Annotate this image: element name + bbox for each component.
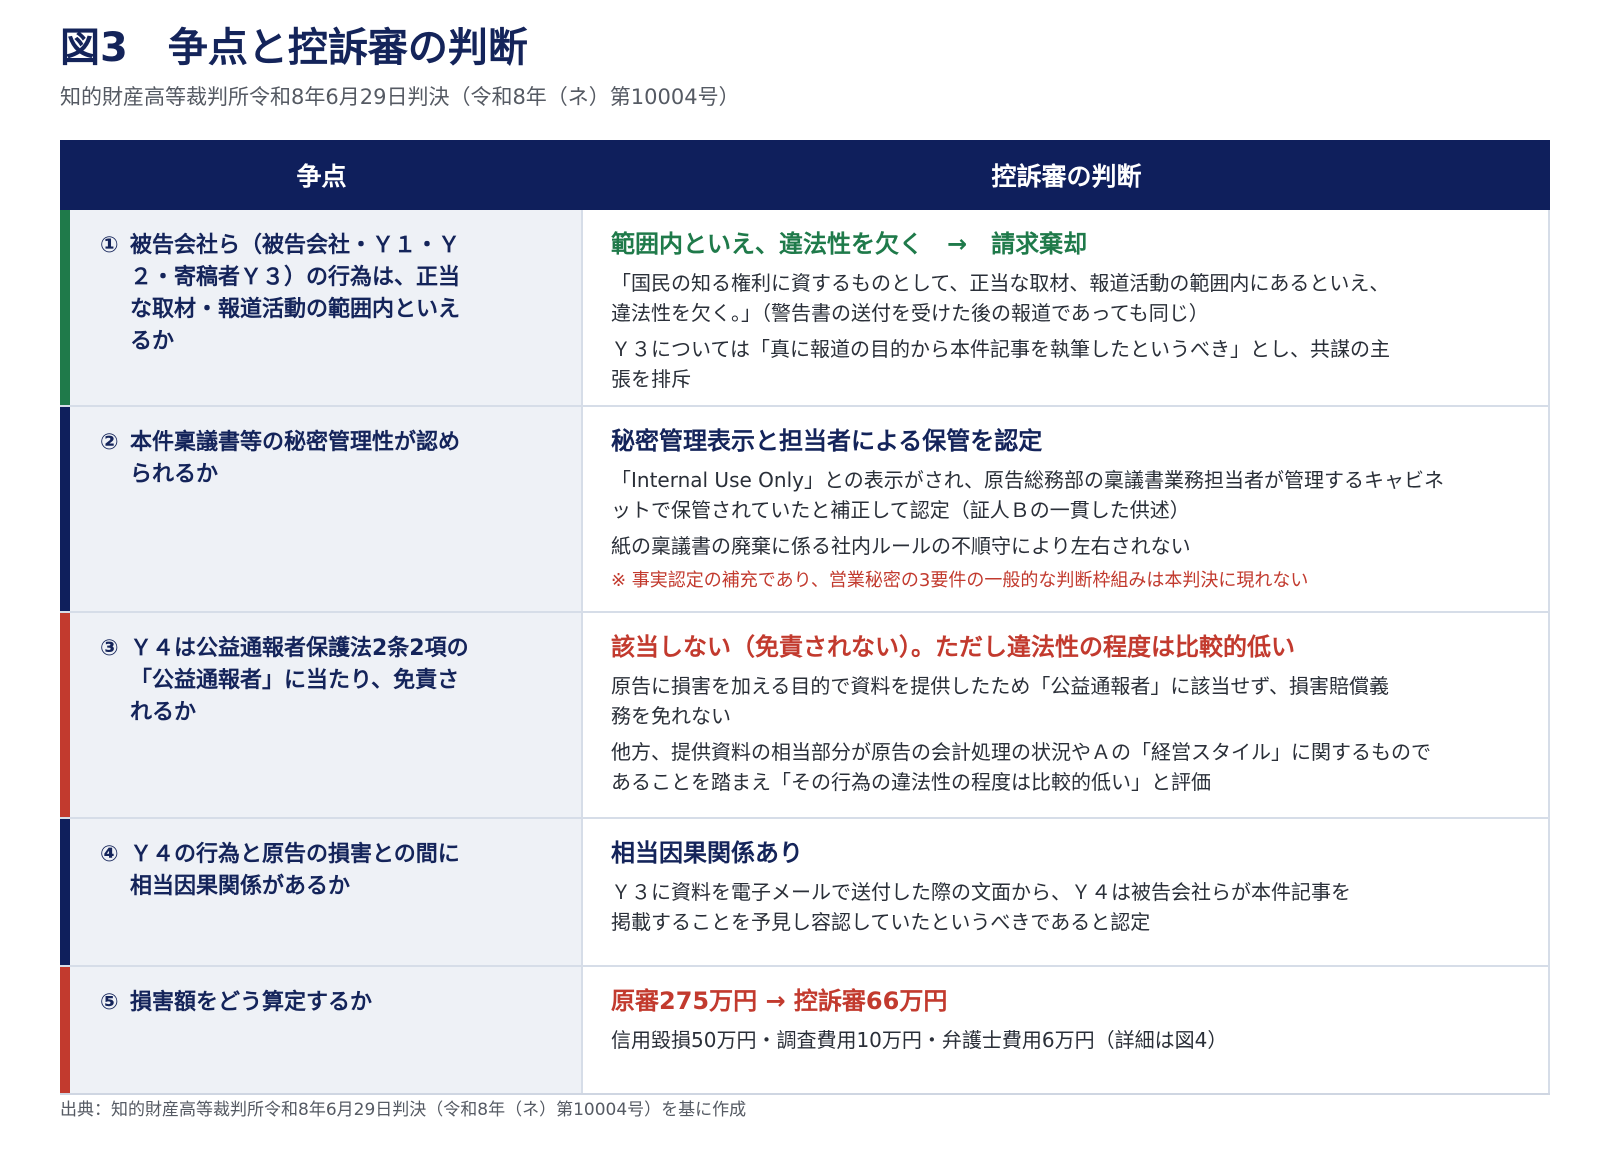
ruling-paragraph: 「国民の知る権利に資するものとして、正当な取材、報道活動の範囲内にあるといえ、違…: [611, 271, 1390, 325]
ruling-cell: 原審275万円 → 控訴審66万円 信用毀損50万円・調査費用10万円・弁護士費…: [583, 967, 1550, 1093]
ruling-headline: 相当因果関係あり: [611, 839, 803, 867]
issue-cell: ③ Ｙ４は公益通報者保護法2条2項の「公益通報者」に当たり、免責されるか: [60, 613, 583, 817]
issue-text: 本件稟議書等の秘密管理性が認められるか: [130, 430, 461, 487]
ruling-note: ※ 事実認定の補充であり、営業秘密の3要件の一般的な判断枠組みは本判決に現れない: [611, 570, 1309, 591]
issue-text: 損害額をどう算定するか: [130, 990, 373, 1015]
issue-cell: ② 本件稟議書等の秘密管理性が認められるか: [60, 407, 583, 611]
table-row: ⑤ 損害額をどう算定するか 原審275万円 → 控訴審66万円 信用毀損50万円…: [60, 967, 1550, 1095]
ruling-headline: 範囲内といえ、違法性を欠く → 請求棄却: [611, 230, 1088, 258]
ruling-headline: 原審275万円 → 控訴審66万円: [611, 987, 948, 1015]
issue-text: 被告会社ら（被告会社・Ｙ１・Ｙ２・寄稿者Ｙ３）の行為は、正当な取材・報道活動の範…: [130, 233, 461, 354]
table-row: ② 本件稟議書等の秘密管理性が認められるか 秘密管理表示と担当者による保管を認定…: [60, 407, 1550, 613]
issue-number: ④: [100, 842, 119, 867]
issue-number: ①: [100, 233, 119, 258]
issue-cell: ① 被告会社ら（被告会社・Ｙ１・Ｙ２・寄稿者Ｙ３）の行為は、正当な取材・報道活動…: [60, 210, 583, 405]
ruling-paragraph: 他方、提供資料の相当部分が原告の会計処理の状況やＡの「経営スタイル」に関するもの…: [611, 740, 1431, 794]
ruling-headline: 秘密管理表示と担当者による保管を認定: [611, 427, 1043, 455]
page-title: 図3 争点と控訴審の判断: [60, 25, 528, 71]
ruling-paragraph: Ｙ３については「真に報道の目的から本件記事を執筆したというべき」とし、共謀の主張…: [611, 337, 1390, 391]
issue-cell: ④ Ｙ４の行為と原告の損害との間に相当因果関係があるか: [60, 819, 583, 965]
page-subtitle: 知的財産高等裁判所令和8年6月29日判決（令和8年（ネ）第10004号）: [60, 85, 740, 109]
ruling-paragraph: Ｙ３に資料を電子メールで送付した際の文面から、Ｙ４は被告会社らが本件記事を掲載す…: [611, 880, 1351, 934]
issue-cell: ⑤ 損害額をどう算定するか: [60, 967, 583, 1093]
table-header: 争点 控訴審の判断: [60, 140, 1550, 210]
ruling-cell: 秘密管理表示と担当者による保管を認定 「Internal Use Only」との…: [583, 407, 1550, 611]
issues-table: 争点 控訴審の判断 ① 被告会社ら（被告会社・Ｙ１・Ｙ２・寄稿者Ｙ３）の行為は、…: [60, 140, 1550, 1095]
ruling-paragraph: 「Internal Use Only」との表示がされ、原告総務部の稟議書業務担当…: [611, 468, 1444, 522]
source-note: 出典：知的財産高等裁判所令和8年6月29日判決（令和8年（ネ）第10004号）を…: [60, 1100, 747, 1120]
table-row: ③ Ｙ４は公益通報者保護法2条2項の「公益通報者」に当たり、免責されるか 該当し…: [60, 613, 1550, 819]
ruling-paragraph: 紙の稟議書の廃棄に係る社内ルールの不順守により左右されない: [611, 534, 1191, 558]
header-issue: 争点: [296, 162, 347, 191]
ruling-paragraph: 信用毀損50万円・調査費用10万円・弁護士費用6万円（詳細は図4）: [611, 1028, 1228, 1052]
ruling-headline: 該当しない（免責されない）。ただし違法性の程度は比較的低い: [611, 633, 1295, 661]
ruling-paragraph: 原告に損害を加える目的で資料を提供したため「公益通報者」に該当せず、損害賠償義務…: [611, 674, 1389, 728]
issue-number: ②: [100, 430, 119, 455]
ruling-cell: 範囲内といえ、違法性を欠く → 請求棄却 「国民の知る権利に資するものとして、正…: [583, 210, 1550, 405]
table-row: ① 被告会社ら（被告会社・Ｙ１・Ｙ２・寄稿者Ｙ３）の行為は、正当な取材・報道活動…: [60, 210, 1550, 407]
issue-text: Ｙ４の行為と原告の損害との間に相当因果関係があるか: [130, 842, 460, 899]
header-ruling: 控訴審の判断: [991, 162, 1142, 191]
issue-number: ⑤: [100, 990, 119, 1015]
ruling-cell: 相当因果関係あり Ｙ３に資料を電子メールで送付した際の文面から、Ｙ４は被告会社ら…: [583, 819, 1550, 965]
table-row: ④ Ｙ４の行為と原告の損害との間に相当因果関係があるか 相当因果関係あり Ｙ３に…: [60, 819, 1550, 967]
issue-text: Ｙ４は公益通報者保護法2条2項の「公益通報者」に当たり、免責されるか: [130, 636, 469, 725]
ruling-cell: 該当しない（免責されない）。ただし違法性の程度は比較的低い 原告に損害を加える目…: [583, 613, 1550, 817]
issue-number: ③: [100, 636, 119, 661]
